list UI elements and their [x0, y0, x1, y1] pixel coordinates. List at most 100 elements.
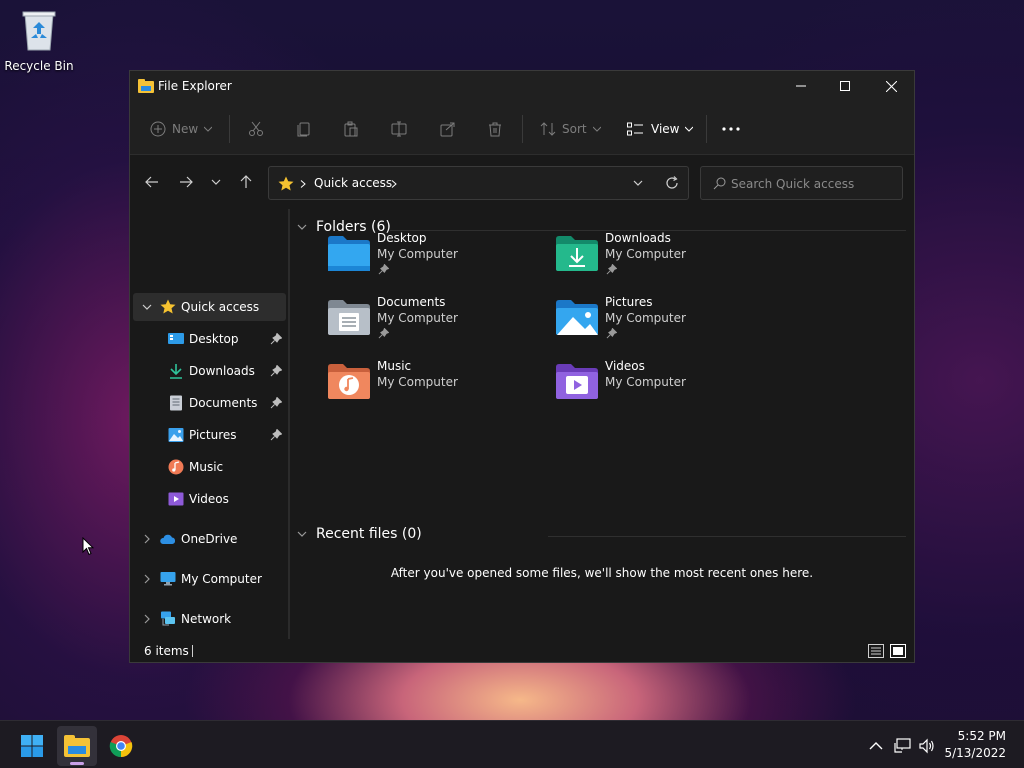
group-divider [548, 536, 906, 537]
minimize-button[interactable] [778, 71, 824, 101]
recent-locations-button[interactable] [206, 172, 226, 192]
more-options-button[interactable] [722, 117, 740, 141]
tiles-view-icon[interactable] [890, 643, 906, 659]
folder-tile-desktop[interactable]: Desktop My Computer [327, 231, 547, 291]
folder-tile-pictures[interactable]: Pictures My Computer [555, 295, 775, 355]
maximize-button[interactable] [822, 71, 868, 101]
sidebar-item-pictures[interactable]: Pictures [133, 421, 286, 449]
sidebar-item-downloads[interactable]: Downloads [133, 357, 286, 385]
separator [522, 115, 523, 143]
show-hidden-icons-chevron-up-icon[interactable] [867, 737, 885, 755]
folder-name: Documents [377, 295, 446, 309]
refresh-icon[interactable] [665, 176, 679, 190]
title-bar[interactable]: File Explorer [130, 71, 914, 103]
pin-icon[interactable] [270, 429, 282, 441]
sidebar-item-music[interactable]: Music [133, 453, 286, 481]
pin-icon [378, 264, 389, 275]
recycle-bin-icon [22, 11, 56, 51]
sort-icon [540, 122, 556, 136]
sidebar-label: Network [181, 612, 232, 626]
delete-button[interactable] [487, 117, 503, 141]
network-status-icon[interactable] [894, 737, 912, 755]
sidebar-item-documents[interactable]: Documents [133, 389, 286, 417]
copy-button[interactable] [296, 117, 312, 141]
volume-icon[interactable] [918, 737, 936, 755]
view-icon [627, 122, 643, 136]
sidebar-item-onedrive[interactable]: OneDrive [133, 525, 286, 553]
back-button[interactable] [142, 172, 162, 192]
chevron-right-icon [144, 574, 150, 584]
taskbar-chrome[interactable] [101, 726, 141, 766]
folder-name: Videos [605, 359, 645, 373]
pin-icon[interactable] [270, 365, 282, 377]
downloads-icon [170, 364, 182, 379]
chevron-down-icon [297, 224, 307, 230]
close-button[interactable] [868, 71, 914, 101]
share-button[interactable] [440, 117, 456, 141]
more-icon [722, 127, 740, 131]
start-icon [21, 735, 43, 757]
pin-icon [606, 328, 617, 339]
pin-icon[interactable] [270, 333, 282, 345]
breadcrumb-quick-access[interactable]: Quick access [314, 176, 392, 190]
paste-button[interactable] [343, 117, 359, 141]
system-clock[interactable]: 5:52 PM 5/13/2022 [944, 728, 1006, 762]
chevron-down-icon [592, 126, 601, 132]
chevron-right-icon [144, 614, 150, 624]
sidebar-label: Pictures [189, 428, 237, 442]
item-count: 6 items [144, 644, 189, 658]
desktop-folder-icon [328, 236, 370, 271]
arrow-up-icon [240, 175, 252, 188]
sidebar-item-network[interactable]: Network [133, 605, 286, 633]
chevron-right-icon [144, 534, 150, 544]
sidebar-item-quick-access[interactable]: Quick access [133, 293, 286, 321]
view-button[interactable]: View [627, 117, 694, 141]
content-pane: Folders (6) Desktop My Computer Download… [290, 209, 914, 639]
sidebar-item-desktop[interactable]: Desktop [133, 325, 286, 353]
recent-files-empty-message: After you've opened some files, we'll sh… [390, 566, 814, 580]
clock-time: 5:52 PM [957, 729, 1006, 743]
cut-button[interactable] [248, 117, 264, 141]
search-box[interactable] [700, 166, 903, 200]
address-dropdown-icon[interactable] [633, 180, 643, 186]
folder-location: My Computer [377, 311, 458, 325]
chrome-icon [109, 735, 133, 758]
chevron-down-icon [297, 531, 307, 537]
new-button[interactable]: New [150, 117, 213, 141]
sidebar-label: Downloads [189, 364, 255, 378]
search-icon [713, 177, 726, 190]
up-button[interactable] [236, 172, 256, 192]
navigation-pane: Quick access Desktop Downloads Documents… [130, 209, 288, 639]
folder-name: Pictures [605, 295, 653, 309]
folder-tile-videos[interactable]: Videos My Computer [555, 359, 775, 419]
chevron-down-icon [204, 126, 213, 132]
minimize-icon [796, 85, 806, 87]
folder-tile-documents[interactable]: Documents My Computer [327, 295, 547, 355]
folder-tile-music[interactable]: Music My Computer [327, 359, 547, 419]
sidebar-item-videos[interactable]: Videos [133, 485, 286, 513]
sort-button[interactable]: Sort [540, 117, 601, 141]
folder-location: My Computer [605, 375, 686, 389]
documents-icon [170, 395, 182, 411]
active-app-indicator [70, 762, 84, 765]
window-title: File Explorer [158, 79, 232, 93]
share-icon [440, 122, 455, 137]
sidebar-item-my-computer[interactable]: My Computer [133, 565, 286, 593]
recycle-bin-label: Recycle Bin [4, 59, 74, 73]
folder-tile-downloads[interactable]: Downloads My Computer [555, 231, 775, 291]
address-bar[interactable]: Quick access [268, 166, 689, 200]
status-bar: 6 items [130, 639, 914, 662]
close-icon [885, 80, 897, 92]
taskbar-file-explorer[interactable] [57, 726, 97, 766]
desktop-icon-recycle-bin[interactable]: Recycle Bin [4, 8, 74, 73]
rename-button[interactable] [391, 117, 407, 141]
details-view-icon[interactable] [868, 643, 884, 659]
forward-button[interactable] [176, 172, 196, 192]
rename-icon [391, 121, 407, 137]
sidebar-label: Desktop [189, 332, 239, 346]
recent-files-group-header[interactable]: Recent files (0) [296, 526, 422, 542]
start-button[interactable] [12, 726, 52, 766]
folder-name: Desktop [377, 231, 427, 245]
search-input[interactable] [731, 175, 891, 193]
pin-icon[interactable] [270, 397, 282, 409]
